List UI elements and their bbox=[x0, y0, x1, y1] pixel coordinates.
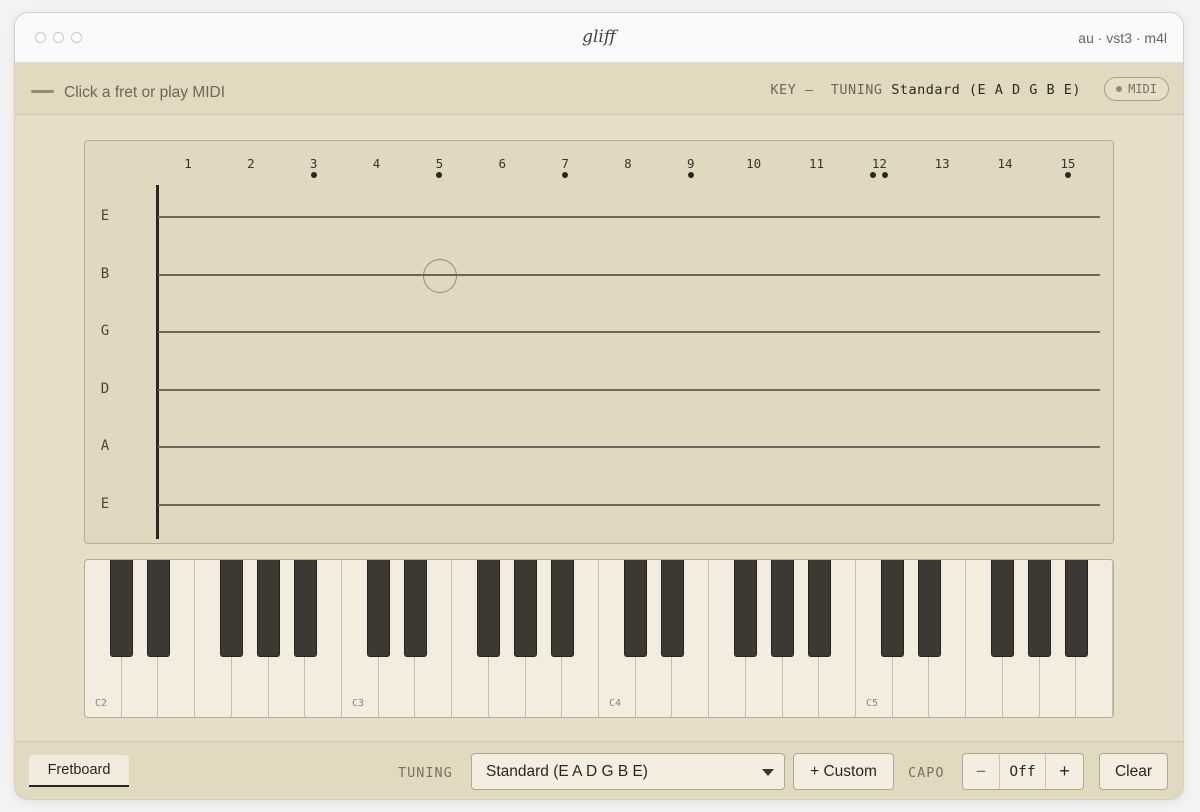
plugin-formats: au · vst3 · m4l bbox=[1078, 30, 1167, 46]
guitar-string[interactable] bbox=[158, 273, 1100, 276]
octave-label: C3 bbox=[352, 698, 365, 709]
piano-black-key[interactable] bbox=[110, 560, 134, 657]
fret-number: 6 bbox=[498, 156, 507, 171]
piano-black-key[interactable] bbox=[477, 560, 501, 657]
piano-black-key[interactable] bbox=[293, 560, 317, 657]
fret-inlay-dot-icon bbox=[310, 172, 317, 178]
tab-fretboard[interactable]: Fretboard bbox=[29, 755, 129, 787]
piano-black-key[interactable] bbox=[146, 560, 170, 657]
fret-inlay-dot-icon bbox=[436, 172, 443, 178]
piano-keyboard[interactable]: C2 C3 C4 C5 bbox=[84, 559, 1114, 718]
piano-black-key[interactable] bbox=[660, 560, 684, 657]
midi-label: MIDI bbox=[1128, 82, 1157, 96]
guitar-string[interactable] bbox=[158, 216, 1100, 218]
tuning-label: TUNING bbox=[398, 765, 453, 781]
fret-inlay-dot-icon bbox=[562, 172, 569, 178]
fret-inlay-dot-icon bbox=[882, 172, 889, 178]
piano-black-key[interactable] bbox=[1064, 560, 1088, 657]
fret-inlay-dot-icon bbox=[870, 172, 877, 178]
tuning-select[interactable]: Standard (E A D G B E) bbox=[471, 753, 785, 790]
key-value: — bbox=[804, 82, 814, 98]
guitar-string[interactable] bbox=[158, 446, 1100, 449]
tuning-select-value: Standard (E A D G B E) bbox=[486, 762, 648, 780]
guitar-string[interactable] bbox=[158, 331, 1100, 334]
fret-number: 2 bbox=[247, 156, 255, 171]
capo-value: Off bbox=[1000, 754, 1046, 789]
piano-black-key[interactable] bbox=[1028, 560, 1052, 657]
piano-black-key[interactable] bbox=[624, 560, 648, 657]
fret-inlay-dot-icon bbox=[1064, 172, 1071, 178]
string-name-label: D bbox=[100, 380, 110, 397]
fret-number: 11 bbox=[808, 156, 825, 171]
capo-decrement-button[interactable]: − bbox=[963, 754, 1000, 789]
tuning-readout-value: Standard (E A D G B E) bbox=[891, 82, 1081, 98]
octave-label: C4 bbox=[609, 698, 622, 709]
capo-label: CAPO bbox=[908, 765, 945, 781]
fret-number: 14 bbox=[997, 156, 1013, 171]
fret-number: 3 bbox=[309, 156, 318, 171]
string-name-label: B bbox=[100, 265, 110, 282]
clear-button[interactable]: Clear bbox=[1099, 753, 1168, 790]
custom-tuning-button[interactable]: + Custom bbox=[793, 753, 894, 790]
fret-number: 15 bbox=[1060, 156, 1076, 171]
tuning-readout-label: TUNING bbox=[830, 82, 883, 98]
capo-stepper: − Off + bbox=[962, 753, 1084, 790]
fret-number: 9 bbox=[687, 156, 695, 171]
piano-black-key[interactable] bbox=[257, 560, 281, 657]
piano-black-key[interactable] bbox=[881, 560, 905, 657]
string-name-label: E bbox=[100, 208, 110, 224]
fret-number: 10 bbox=[746, 156, 762, 171]
midi-status-dot-icon bbox=[1116, 86, 1123, 92]
status-bar: Click a fret or play MIDI KEY — TUNING S… bbox=[15, 63, 1183, 115]
piano-black-key[interactable] bbox=[917, 560, 941, 657]
octave-label: C2 bbox=[95, 698, 108, 709]
piano-black-key[interactable] bbox=[220, 560, 244, 657]
string-name-label: A bbox=[100, 438, 110, 455]
piano-black-key[interactable] bbox=[807, 560, 831, 657]
piano-black-key[interactable] bbox=[514, 560, 538, 657]
key-label: KEY bbox=[770, 82, 797, 98]
fret-number: 7 bbox=[561, 156, 569, 171]
fret-number: 12 bbox=[871, 156, 887, 171]
fretboard-nut bbox=[156, 185, 159, 539]
guitar-string[interactable] bbox=[158, 388, 1100, 391]
app-title: gliff bbox=[582, 27, 616, 47]
piano-black-key[interactable] bbox=[403, 560, 427, 657]
piano-black-key[interactable] bbox=[550, 560, 574, 657]
fret-number: 4 bbox=[372, 156, 381, 171]
fret-hover-ring bbox=[423, 259, 457, 293]
chevron-down-icon bbox=[762, 769, 774, 776]
status-message: Click a fret or play MIDI bbox=[64, 84, 226, 101]
fret-number: 8 bbox=[624, 156, 632, 171]
guitar-string[interactable] bbox=[158, 504, 1100, 506]
piano-black-key[interactable] bbox=[367, 560, 391, 657]
octave-label: C5 bbox=[866, 698, 879, 709]
piano-black-key[interactable] bbox=[734, 560, 758, 657]
fret-number: 5 bbox=[435, 156, 444, 171]
key-tuning-readout: KEY — TUNING Standard (E A D G B E) bbox=[770, 82, 1081, 98]
string-name-label: G bbox=[100, 323, 110, 340]
app-window: gliff au · vst3 · m4l Click a fret or pl… bbox=[14, 12, 1184, 800]
fret-inlay-dot-icon bbox=[687, 172, 694, 178]
fretboard[interactable]: 1 2 3 4 5 6 7 8 9 10 11 12 13 14 15 E B G D A E bbox=[84, 140, 1114, 544]
fret-number: 13 bbox=[934, 156, 950, 171]
string-name-label: E bbox=[100, 496, 110, 512]
status-indicator-icon bbox=[31, 90, 54, 93]
piano-black-key[interactable] bbox=[771, 560, 795, 657]
midi-button[interactable]: MIDI bbox=[1104, 77, 1169, 101]
title-bar: gliff au · vst3 · m4l bbox=[15, 13, 1183, 63]
bottom-toolbar: Fretboard TUNING Standard (E A D G B E) … bbox=[15, 741, 1183, 799]
capo-increment-button[interactable]: + bbox=[1046, 754, 1083, 789]
piano-black-key[interactable] bbox=[991, 560, 1015, 657]
fret-number: 1 bbox=[184, 156, 192, 171]
